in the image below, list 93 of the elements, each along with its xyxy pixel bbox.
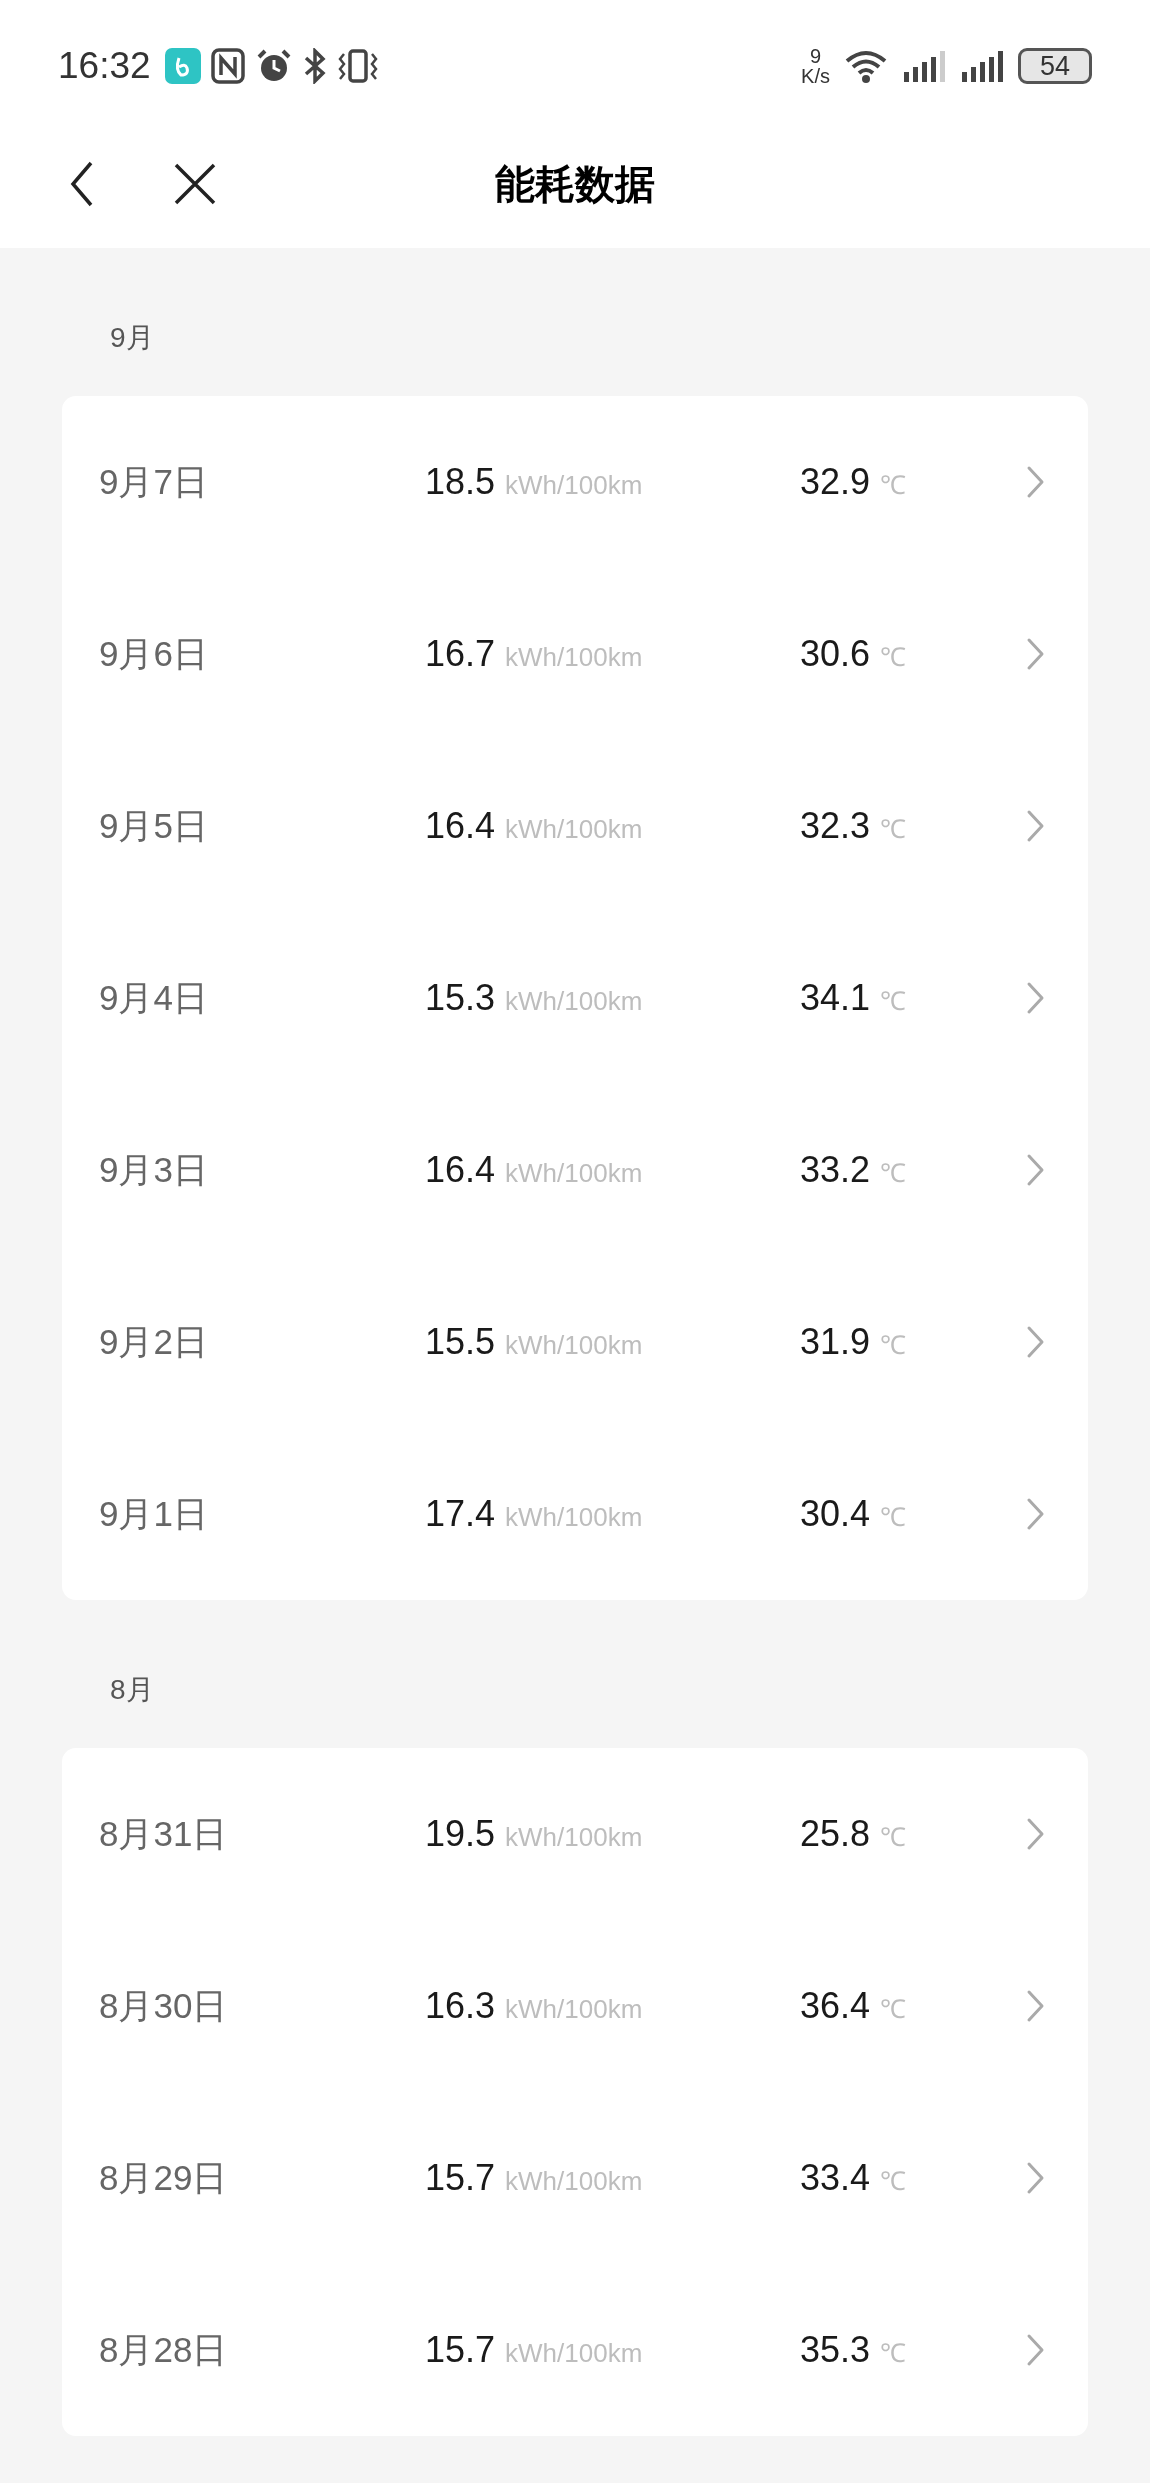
chevron-right-icon: [1026, 1817, 1046, 1851]
date-label: 9月4日: [99, 976, 209, 1019]
consumption-value: 18.5: [425, 460, 496, 504]
date-label: 9月5日: [99, 804, 209, 847]
chevron-right-icon: [1026, 809, 1046, 843]
chevron-right-icon: [1026, 2333, 1046, 2367]
temperature-value: 33.2: [800, 1148, 871, 1192]
date-label: 8月28日: [99, 2328, 229, 2371]
month-header: 8月: [110, 1673, 154, 1707]
day-row[interactable]: 8月28日 15.7 kWh/100km 35.3 ℃: [62, 2264, 1088, 2436]
day-row[interactable]: 8月30日 16.3 kWh/100km 36.4 ℃: [62, 1920, 1088, 2092]
consumption-unit: kWh/100km: [505, 1157, 643, 1190]
consumption-value: 15.5: [425, 1320, 496, 1364]
app-notification-icon: [164, 48, 201, 84]
page-title: 能耗数据: [495, 161, 655, 208]
temperature-unit: ℃: [880, 469, 907, 502]
wifi-icon: [844, 48, 888, 84]
date-label: 9月7日: [99, 460, 209, 503]
consumption-value: 15.7: [425, 2156, 496, 2200]
day-row[interactable]: 9月4日 15.3 kWh/100km 34.1 ℃: [62, 912, 1088, 1084]
consumption-value: 16.4: [425, 804, 496, 848]
date-label: 9月2日: [99, 1320, 209, 1363]
month-header: 9月: [110, 321, 154, 355]
consumption-unit: kWh/100km: [505, 2165, 643, 2198]
chevron-right-icon: [1026, 1497, 1046, 1531]
consumption-value: 19.5: [425, 1812, 496, 1856]
consumption-unit: kWh/100km: [505, 1329, 643, 1362]
vibrate-icon: [336, 48, 379, 84]
date-label: 9月3日: [99, 1148, 209, 1191]
temperature-value: 33.4: [800, 2156, 871, 2200]
consumption-unit: kWh/100km: [505, 1821, 643, 1854]
temperature-value: 36.4: [800, 1984, 871, 2028]
day-row[interactable]: 8月29日 15.7 kWh/100km 33.4 ℃: [62, 2092, 1088, 2264]
temperature-value: 35.3: [800, 2328, 871, 2372]
temperature-value: 30.4: [800, 1492, 871, 1536]
bluetooth-icon: [302, 48, 327, 84]
date-label: 8月30日: [99, 1984, 229, 2027]
temperature-unit: ℃: [880, 1157, 907, 1190]
network-speed-value: 9: [810, 46, 822, 66]
consumption-unit: kWh/100km: [505, 1501, 643, 1534]
day-row[interactable]: 8月31日 19.5 kWh/100km 25.8 ℃: [62, 1748, 1088, 1920]
temperature-unit: ℃: [880, 813, 907, 846]
consumption-value: 16.7: [425, 632, 496, 676]
chevron-right-icon: [1026, 1153, 1046, 1187]
temperature-value: 32.9: [800, 460, 871, 504]
consumption-unit: kWh/100km: [505, 469, 643, 502]
day-row[interactable]: 9月3日 16.4 kWh/100km 33.2 ℃: [62, 1084, 1088, 1256]
chevron-right-icon: [1026, 465, 1046, 499]
back-icon[interactable]: [70, 161, 94, 207]
chevron-right-icon: [1026, 1325, 1046, 1359]
temperature-unit: ℃: [880, 2337, 907, 2370]
day-row[interactable]: 9月5日 16.4 kWh/100km 32.3 ℃: [62, 740, 1088, 912]
date-label: 8月29日: [99, 2156, 229, 2199]
status-time: 16:32: [58, 44, 151, 89]
day-row[interactable]: 9月1日 17.4 kWh/100km 30.4 ℃: [62, 1428, 1088, 1600]
signal-icon: [960, 48, 1004, 84]
temperature-unit: ℃: [880, 1821, 907, 1854]
temperature-unit: ℃: [880, 2165, 907, 2198]
chevron-right-icon: [1026, 637, 1046, 671]
temperature-value: 30.6: [800, 632, 871, 676]
temperature-unit: ℃: [880, 1329, 907, 1362]
temperature-value: 25.8: [800, 1812, 871, 1856]
chevron-right-icon: [1026, 1989, 1046, 2023]
consumption-unit: kWh/100km: [505, 1993, 643, 2026]
temperature-value: 31.9: [800, 1320, 871, 1364]
consumption-value: 17.4: [425, 1492, 496, 1536]
day-row[interactable]: 9月2日 15.5 kWh/100km 31.9 ℃: [62, 1256, 1088, 1428]
date-label: 9月6日: [99, 632, 209, 675]
temperature-value: 32.3: [800, 804, 871, 848]
temperature-unit: ℃: [880, 641, 907, 674]
consumption-value: 15.3: [425, 976, 496, 1020]
consumption-value: 16.4: [425, 1148, 496, 1192]
temperature-value: 34.1: [800, 976, 871, 1020]
temperature-unit: ℃: [880, 985, 907, 1018]
consumption-unit: kWh/100km: [505, 2337, 643, 2370]
chevron-right-icon: [1026, 981, 1046, 1015]
signal-icon: [902, 48, 946, 84]
consumption-value: 16.3: [425, 1984, 496, 2028]
close-icon[interactable]: [173, 162, 217, 206]
date-label: 8月31日: [99, 1812, 229, 1855]
chevron-right-icon: [1026, 2161, 1046, 2195]
temperature-unit: ℃: [880, 1993, 907, 2026]
battery-level: 54: [1039, 52, 1070, 80]
day-row[interactable]: 9月6日 16.7 kWh/100km 30.6 ℃: [62, 568, 1088, 740]
temperature-unit: ℃: [880, 1501, 907, 1534]
consumption-value: 15.7: [425, 2328, 496, 2372]
date-label: 9月1日: [99, 1492, 209, 1535]
consumption-unit: kWh/100km: [505, 813, 643, 846]
nfc-icon: [210, 48, 245, 84]
day-row[interactable]: 9月7日 18.5 kWh/100km 32.9 ℃: [62, 396, 1088, 568]
consumption-unit: kWh/100km: [505, 985, 643, 1018]
network-speed-unit: K/s: [801, 66, 830, 86]
consumption-unit: kWh/100km: [505, 641, 643, 674]
